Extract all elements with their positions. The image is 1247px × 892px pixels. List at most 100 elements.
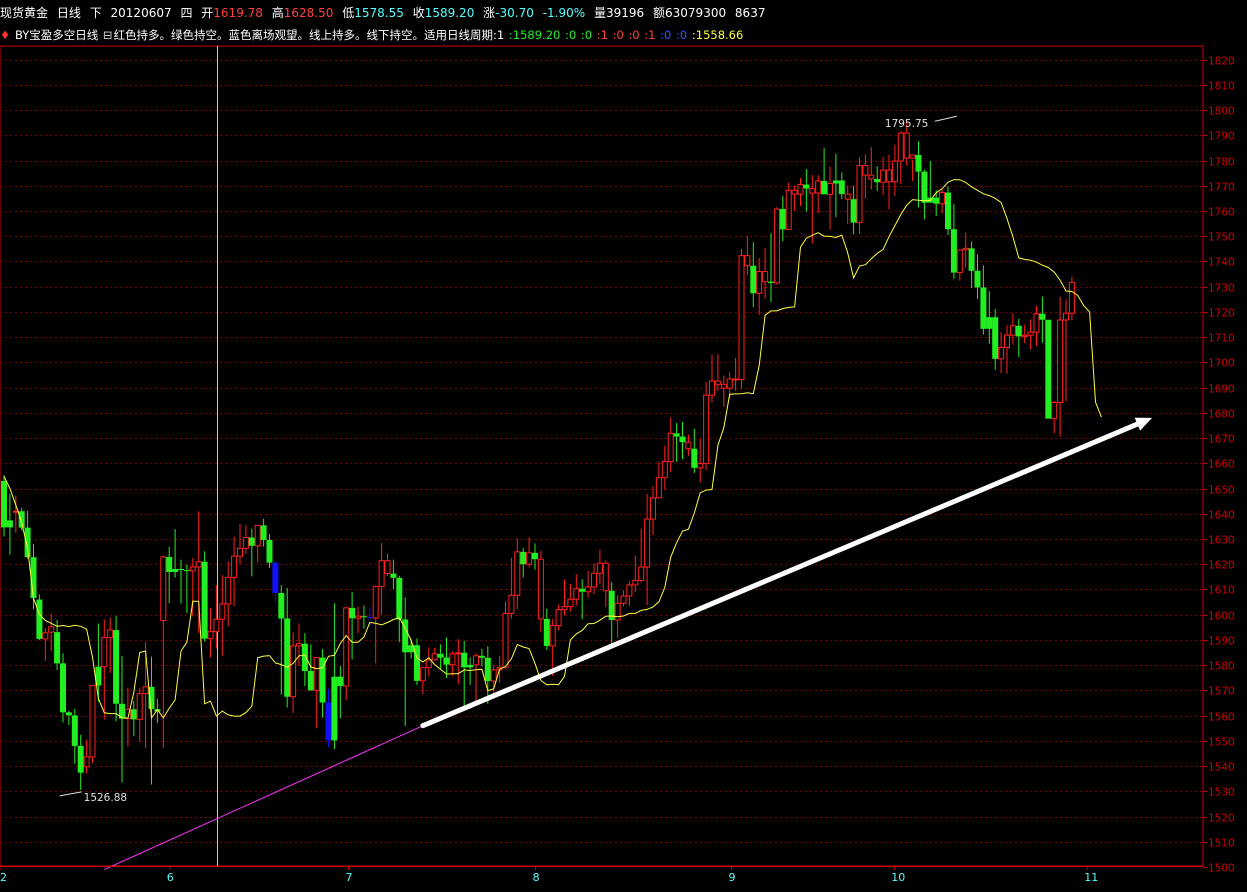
candle-body xyxy=(856,165,863,224)
y-tick-label: 1600 xyxy=(1208,611,1235,623)
x-tick-label: 10 xyxy=(891,871,905,884)
candle-body xyxy=(626,584,633,597)
candle-body xyxy=(130,709,137,720)
candle-body xyxy=(909,154,916,159)
candle-body xyxy=(166,556,173,573)
candle-body xyxy=(384,560,391,575)
candle-body xyxy=(950,229,957,273)
candle-body xyxy=(437,653,444,658)
candle-body xyxy=(183,570,190,572)
candle-body xyxy=(974,270,981,288)
candle-body xyxy=(290,645,297,698)
candle-body xyxy=(1068,281,1075,314)
candle-body xyxy=(886,169,892,183)
candle-body xyxy=(331,676,338,741)
x-tick-label: 9 xyxy=(728,871,735,884)
candle-body xyxy=(396,577,403,620)
candle-body xyxy=(325,702,332,741)
candle-body xyxy=(732,378,739,381)
candle-body xyxy=(750,265,757,294)
candle-body xyxy=(585,586,592,593)
candle-body xyxy=(225,576,232,605)
x-tick-label: 8 xyxy=(533,871,540,884)
support-line xyxy=(104,725,424,870)
candle-body xyxy=(620,595,627,604)
candle-body xyxy=(360,616,367,618)
y-tick-label: 1580 xyxy=(1208,661,1235,673)
candle-body xyxy=(301,643,308,671)
candle-body xyxy=(1039,313,1046,320)
candlestick-chart[interactable]: 1500 1510 1520 1530 1540 1550 1560 1570 1580 1590… xyxy=(0,0,1247,892)
y-tick-label: 1500 xyxy=(1208,863,1235,875)
candle-body xyxy=(307,670,314,691)
candle-body xyxy=(419,667,426,682)
y-tick-label: 1680 xyxy=(1208,409,1235,421)
candle-body xyxy=(638,566,645,581)
candle-body xyxy=(490,669,497,682)
y-tick-label: 1810 xyxy=(1208,81,1235,93)
candle-body xyxy=(838,180,845,195)
candle-body xyxy=(248,537,255,546)
candle-body xyxy=(532,552,538,560)
candle-body xyxy=(827,182,833,195)
candle-body xyxy=(142,686,149,695)
candle-body xyxy=(449,653,456,666)
candle-body xyxy=(254,524,261,547)
candle-body xyxy=(83,756,90,768)
annotation-label: 1526.88 xyxy=(84,792,127,804)
candle-body xyxy=(821,180,828,195)
candle-body xyxy=(48,626,55,633)
y-tick-label: 1550 xyxy=(1208,737,1235,749)
candle-body xyxy=(296,643,302,647)
candle-body xyxy=(543,618,550,646)
candle-body xyxy=(366,616,373,618)
candle-body xyxy=(797,184,804,195)
candle-body xyxy=(431,653,438,661)
candle-body xyxy=(455,652,462,655)
candle-body xyxy=(1009,325,1016,336)
candle-body xyxy=(679,436,686,443)
candle-body xyxy=(644,518,651,568)
candle-body xyxy=(709,380,715,396)
candle-body xyxy=(661,461,668,479)
candle-body xyxy=(992,317,999,359)
candle-body xyxy=(36,599,43,639)
y-tick-label: 1610 xyxy=(1208,585,1235,597)
candle-body xyxy=(136,693,143,720)
candle-body xyxy=(189,566,196,572)
candle-body xyxy=(632,579,639,586)
y-tick-label: 1700 xyxy=(1208,358,1235,370)
candle-body xyxy=(278,592,285,619)
y-tick-label: 1750 xyxy=(1208,232,1235,244)
y-tick-label: 1720 xyxy=(1208,308,1235,320)
candle-body xyxy=(650,497,656,520)
candle-body xyxy=(868,174,875,180)
candle-body xyxy=(986,317,993,329)
candle-body xyxy=(1015,325,1022,337)
candle-body xyxy=(756,271,763,294)
y-tick-label: 1540 xyxy=(1208,762,1235,774)
candle-body xyxy=(272,562,279,593)
candle-body xyxy=(903,132,910,159)
candle-body xyxy=(998,346,1005,360)
candle-body xyxy=(213,618,220,633)
candle-body xyxy=(537,558,544,620)
y-tick-label: 1690 xyxy=(1208,384,1235,396)
candle-body xyxy=(60,663,66,713)
candle-body xyxy=(832,180,839,184)
candle-body xyxy=(803,184,810,189)
candle-body xyxy=(685,441,692,450)
candle-body xyxy=(1004,334,1010,348)
candle-body xyxy=(372,585,379,619)
candle-body xyxy=(850,199,857,223)
candle-body xyxy=(891,160,898,183)
x-tick-label: 7 xyxy=(346,871,353,884)
candle-body xyxy=(101,636,108,668)
candle-body xyxy=(160,556,167,621)
candle-body xyxy=(1063,312,1069,321)
y-tick-label: 1760 xyxy=(1208,207,1235,219)
candle-body xyxy=(473,655,479,666)
candle-body xyxy=(703,394,710,465)
candle-body xyxy=(579,588,586,592)
candle-body xyxy=(526,552,533,565)
